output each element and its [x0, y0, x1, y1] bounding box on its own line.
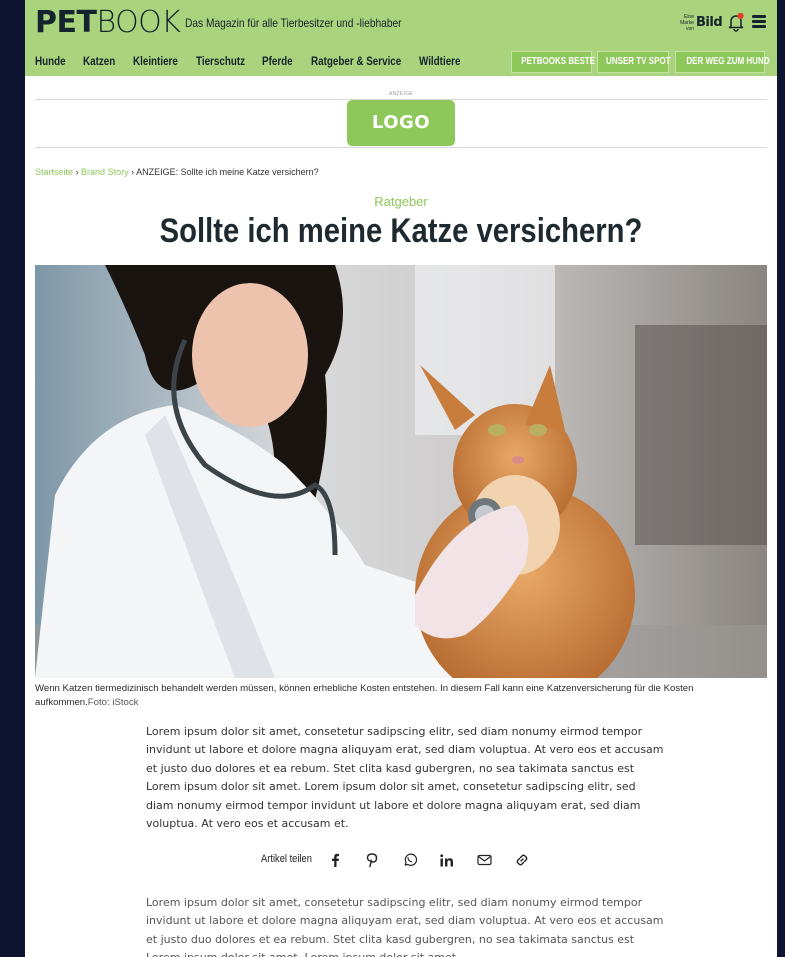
brand-light: BOOK: [96, 5, 181, 40]
linkedin-icon[interactable]: [439, 852, 455, 868]
email-icon[interactable]: [476, 852, 492, 868]
der-weg-zum-hund-label: DER WEG ZUM HUND: [686, 56, 770, 67]
article-kicker[interactable]: Ratgeber: [25, 194, 777, 209]
petbook-logo[interactable]: PETBOOK: [35, 5, 181, 40]
hamburger-menu-icon[interactable]: [752, 15, 766, 29]
brand-bold: PET: [35, 5, 97, 40]
unser-tv-spot-button[interactable]: UNSER TV SPOT: [597, 51, 671, 73]
site-header: PETBOOK Das Magazin für alle Tierbesitze…: [25, 0, 777, 76]
article-paragraph-1: Lorem ipsum dolor sit amet, consetetur s…: [146, 725, 664, 831]
image-caption: Wenn Katzen tiermedizinisch behandelt we…: [35, 682, 769, 710]
header-top-row: PETBOOK Das Magazin für alle Tierbesitze…: [25, 0, 777, 46]
whatsapp-icon[interactable]: [402, 852, 418, 868]
ad-label: ANZEIGE: [388, 91, 414, 97]
breadcrumb-section[interactable]: Brand Story: [81, 167, 129, 177]
notification-bell-icon[interactable]: [727, 12, 745, 32]
breadcrumb: Startseite › Brand Story › ANZEIGE: Soll…: [35, 167, 319, 177]
breadcrumb-home[interactable]: Startseite: [35, 167, 73, 177]
nav-item-katzen[interactable]: Katzen: [83, 54, 115, 68]
unser-tv-spot-label: UNSER TV SPOT: [606, 56, 671, 67]
nav-item-hunde[interactable]: Hunde: [35, 54, 66, 68]
article-paragraph-2: Lorem ipsum dolor sit amet, consetetur s…: [146, 896, 664, 957]
bild-partner-small: Eine Marke von: [680, 14, 694, 32]
article-title: Sollte ich meine Katze versichern?: [159, 212, 643, 250]
petbooks-beste-button[interactable]: PETBOOKS BESTE: [511, 51, 596, 73]
ad-logo-placeholder[interactable]: LOGO: [347, 100, 455, 146]
nav-item-wildtiere[interactable]: Wildtiere: [419, 54, 460, 68]
bild-partner-badge[interactable]: Eine Marke von Bild: [678, 14, 723, 32]
share-bar: Artikel teilen: [25, 850, 777, 870]
facebook-icon[interactable]: [327, 852, 343, 868]
petbooks-beste-label: PETBOOKS BESTE: [521, 56, 596, 67]
article-page: PETBOOK Das Magazin für alle Tierbesitze…: [25, 0, 777, 957]
main-navigation: Hunde Katzen Kleintiere Tierschutz Pferd…: [25, 48, 777, 76]
pinterest-icon[interactable]: [364, 852, 380, 868]
hero-image-vet-with-cat: [35, 265, 767, 678]
site-tagline: Das Magazin für alle Tierbesitzer und -l…: [185, 16, 402, 30]
nav-item-tierschutz[interactable]: Tierschutz: [196, 54, 245, 68]
bild-partner-name: Bild: [696, 15, 723, 30]
share-label: Artikel teilen: [261, 853, 312, 865]
der-weg-zum-hund-button[interactable]: DER WEG ZUM HUND: [675, 51, 770, 73]
ad-divider-bottom: [35, 147, 767, 148]
nav-item-ratgeber-service[interactable]: Ratgeber & Service: [311, 54, 401, 68]
nav-item-pferde[interactable]: Pferde: [262, 54, 293, 68]
nav-item-kleintiere[interactable]: Kleintiere: [133, 54, 178, 68]
link-icon[interactable]: [514, 852, 530, 868]
caption-source: Foto: iStock: [87, 697, 139, 708]
breadcrumb-current: ANZEIGE: Sollte ich meine Katze versiche…: [136, 167, 319, 177]
